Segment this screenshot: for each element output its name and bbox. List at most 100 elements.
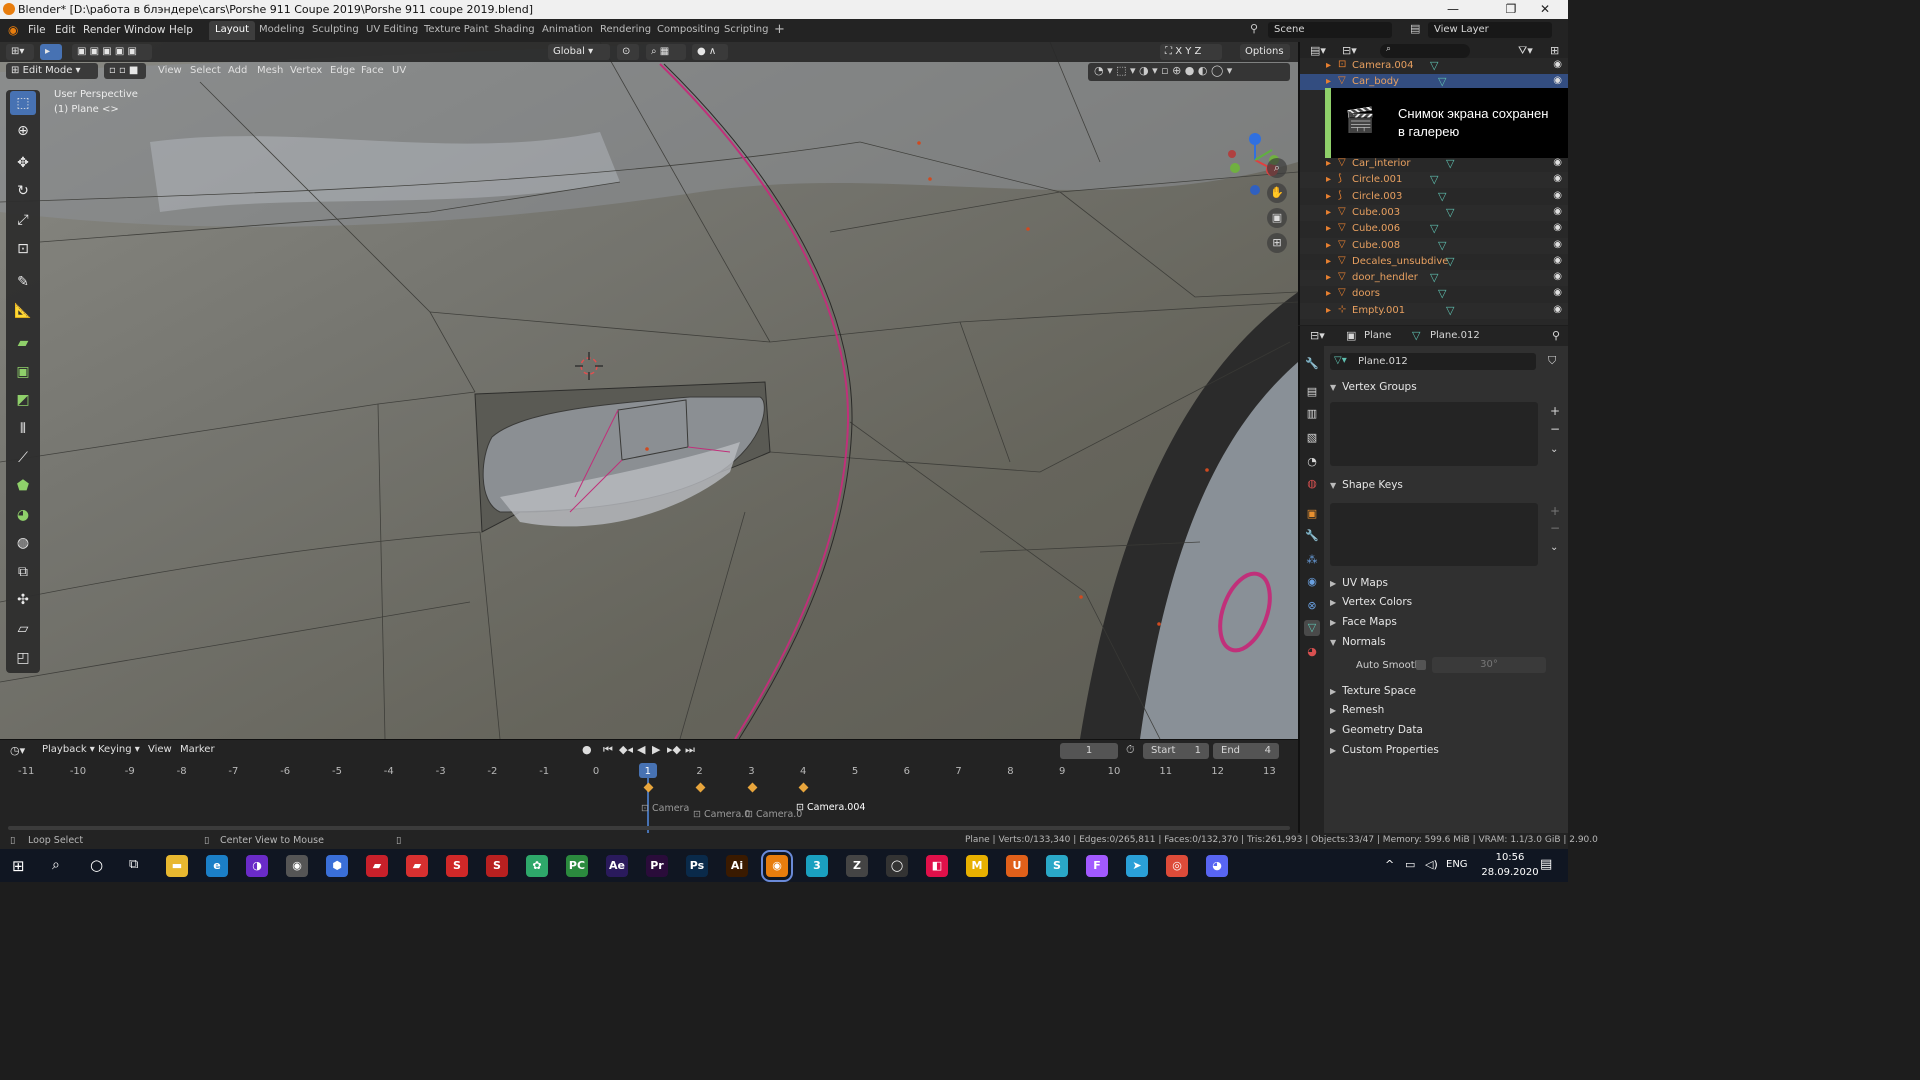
volume-icon[interactable]: ◁) — [1425, 858, 1438, 871]
outliner-search-input[interactable]: ⌕ — [1380, 44, 1470, 58]
scene-tab-icon[interactable]: ◔ — [1304, 454, 1320, 470]
spin-icon[interactable]: ◕ — [10, 503, 36, 527]
breadcrumb-mesh[interactable]: Plane.012 — [1430, 330, 1480, 341]
select-box-options[interactable]: ▣ ▣ ▣ ▣ ▣ — [72, 44, 152, 60]
display-mode-icon[interactable]: ⊟▾ — [1342, 44, 1357, 57]
object-tab-icon[interactable]: ▣ — [1304, 506, 1320, 522]
vertex-groups-list[interactable] — [1330, 402, 1538, 466]
cursor-icon[interactable]: ⊕ — [10, 119, 36, 143]
render-tab-icon[interactable]: ▤ — [1304, 384, 1320, 400]
taskbar-app-ring-icon[interactable]: ◯ — [886, 855, 908, 877]
scale-icon[interactable]: ⤢ — [10, 208, 36, 232]
bevel-icon[interactable]: ◩ — [10, 388, 36, 412]
viewport-menu-view[interactable]: View — [158, 65, 182, 76]
viewport-menu-edge[interactable]: Edge — [330, 65, 355, 76]
expand-arrow-icon[interactable]: ▸ — [1326, 240, 1331, 251]
notifications-icon[interactable]: ▤ — [1540, 857, 1552, 872]
panel-uv-maps[interactable]: ▶ UV Maps — [1330, 577, 1388, 589]
taskbar-app-red2-icon[interactable]: ▰ — [406, 855, 428, 877]
options-dropdown[interactable]: Options — [1240, 44, 1290, 60]
visibility-eye-icon[interactable]: ◉ — [1553, 271, 1562, 282]
clock-time[interactable]: 10:56 — [1485, 852, 1535, 863]
3d-viewport[interactable]: ⊞▾ ▸ ▣ ▣ ▣ ▣ ▣ Global ▾ ⊙ ⌕ ▦ ● ∧ ⛶ X Y … — [0, 42, 1298, 739]
menu-edit[interactable]: Edit — [55, 24, 75, 36]
visibility-eye-icon[interactable]: ◉ — [1553, 206, 1562, 217]
edge-slide-icon[interactable]: ⧉ — [10, 560, 36, 584]
output-tab-icon[interactable]: ▥ — [1304, 406, 1320, 422]
windows-start-icon[interactable]: ⊞ — [12, 857, 25, 875]
expand-arrow-icon[interactable]: ▸ — [1326, 76, 1331, 87]
workspace-tab-scripting[interactable]: Scripting — [718, 21, 774, 40]
taskbar-app-orange-icon[interactable]: U — [1006, 855, 1028, 877]
taskbar-discord-icon[interactable]: ◕ — [1206, 855, 1228, 877]
taskbar-pycharm-icon[interactable]: PC — [566, 855, 588, 877]
taskbar-app-hex-icon[interactable]: ⬢ — [326, 855, 348, 877]
workspace-tab-animation[interactable]: Animation — [536, 21, 599, 40]
minimize-button[interactable]: — — [1430, 0, 1476, 19]
tray-chevron-icon[interactable]: ^ — [1385, 858, 1394, 871]
viewport-menu-face[interactable]: Face — [361, 65, 384, 76]
outliner-row[interactable]: ▸ ▽ Car_interior ▽ ◉ — [1300, 156, 1568, 172]
outliner-row[interactable]: ▸ ▽ doors ▽ ◉ — [1300, 286, 1568, 303]
world-tab-icon[interactable]: ◍ — [1304, 476, 1320, 492]
workspace-tab-sculpting[interactable]: Sculpting — [306, 21, 365, 40]
fake-user-shield-icon[interactable]: ⛉ — [1548, 354, 1556, 368]
visibility-eye-icon[interactable]: ◉ — [1553, 239, 1562, 250]
constraints-tab-icon[interactable]: ⊗ — [1304, 598, 1320, 614]
taskbar-app-3-icon[interactable]: 3 — [806, 855, 828, 877]
visibility-eye-icon[interactable]: ◉ — [1553, 287, 1562, 298]
close-button[interactable]: ✕ — [1522, 0, 1568, 19]
menu-render[interactable]: Render — [83, 24, 120, 36]
shape-keys-list[interactable] — [1330, 503, 1538, 566]
snap-button[interactable]: ⌕ ▦ — [646, 44, 686, 60]
taskbar-edge-icon[interactable]: e — [206, 855, 228, 877]
outliner-row[interactable]: ▸ ⊹ Empty.001 ▽ ◉ — [1300, 302, 1568, 319]
view-layer-selector[interactable]: View Layer — [1428, 22, 1552, 38]
pan-hand-icon[interactable]: ✋ — [1267, 183, 1287, 203]
shrink-fatten-icon[interactable]: ✣ — [10, 588, 36, 612]
move-icon[interactable]: ✥ — [10, 151, 36, 175]
outliner-row[interactable]: ▸ ▽ Cube.006 ▽ ◉ — [1300, 221, 1568, 238]
properties-editor-type-icon[interactable]: ⊟▾ — [1310, 329, 1325, 342]
expand-arrow-icon[interactable]: ▸ — [1326, 207, 1331, 218]
pin-icon[interactable]: ⚲ — [1552, 329, 1560, 342]
language-indicator[interactable]: ENG — [1446, 859, 1468, 870]
viewport-menu-vertex[interactable]: Vertex — [290, 65, 322, 76]
outliner-editor-type-icon[interactable]: ▤▾ — [1310, 44, 1326, 57]
pivot-point-button[interactable]: ⊙ — [617, 44, 639, 60]
select-mode-toggles[interactable]: ▫ ▫ ■ — [104, 63, 146, 79]
panel-custom-properties[interactable]: ▶ Custom Properties — [1330, 744, 1439, 756]
rotate-icon[interactable]: ↻ — [10, 179, 36, 203]
workspace-tab-rendering[interactable]: Rendering — [594, 21, 657, 40]
shear-icon[interactable]: ▱ — [10, 617, 36, 641]
menu-window[interactable]: Window — [124, 24, 165, 36]
cortana-icon[interactable]: ○ — [90, 856, 103, 874]
proportional-edit-button[interactable]: ● ∧ — [692, 44, 728, 60]
outliner-row[interactable]: ▸ ▽ Cube.003 ▽ ◉ — [1300, 204, 1568, 221]
view-layer-tab-icon[interactable]: ▧ — [1304, 430, 1320, 446]
outliner-row[interactable]: ▸ ▽ Cube.008 ▽ ◉ — [1300, 237, 1568, 254]
workspace-tab-modeling[interactable]: Modeling — [253, 21, 311, 40]
expand-arrow-icon[interactable]: ▸ — [1326, 158, 1331, 169]
panel-vertex-groups[interactable]: ▼ Vertex Groups — [1330, 381, 1417, 393]
panel-shape-keys[interactable]: ▼ Shape Keys — [1330, 479, 1403, 491]
outliner-row[interactable]: ▸ ⟆ Circle.003 ▽ ◉ — [1300, 188, 1568, 205]
expand-arrow-icon[interactable]: ▸ — [1326, 272, 1331, 283]
vertex-group-specials-icon[interactable]: ⌄ — [1550, 444, 1558, 455]
mesh-datablock-field[interactable]: ▽▾ Plane.012 — [1330, 353, 1536, 370]
workspace-tab-texture-paint[interactable]: Texture Paint — [418, 21, 495, 40]
menu-file[interactable]: File — [28, 24, 46, 36]
mirror-axes[interactable]: ⛶ X Y Z — [1160, 44, 1222, 60]
visibility-eye-icon[interactable]: ◉ — [1553, 304, 1562, 315]
mode-dropdown[interactable]: ⊞ Edit Mode ▾ — [6, 63, 98, 79]
workspace-tab-uv-editing[interactable]: UV Editing — [360, 21, 424, 40]
outliner-row[interactable]: ▸ ▽ door_hendler ▽ ◉ — [1300, 270, 1568, 287]
viewport-menu-uv[interactable]: UV — [392, 65, 406, 76]
workspace-tab-shading[interactable]: Shading — [488, 21, 541, 40]
mesh-data-tab-icon[interactable]: ▽ — [1304, 620, 1320, 636]
expand-arrow-icon[interactable]: ▸ — [1326, 256, 1331, 267]
outliner-row[interactable]: ▸ ⟆ Circle.001 ▽ ◉ — [1300, 172, 1568, 189]
breadcrumb-object[interactable]: Plane — [1364, 330, 1391, 341]
expand-arrow-icon[interactable]: ▸ — [1326, 305, 1331, 316]
taskbar-app-green-icon[interactable]: ✿ — [526, 855, 548, 877]
